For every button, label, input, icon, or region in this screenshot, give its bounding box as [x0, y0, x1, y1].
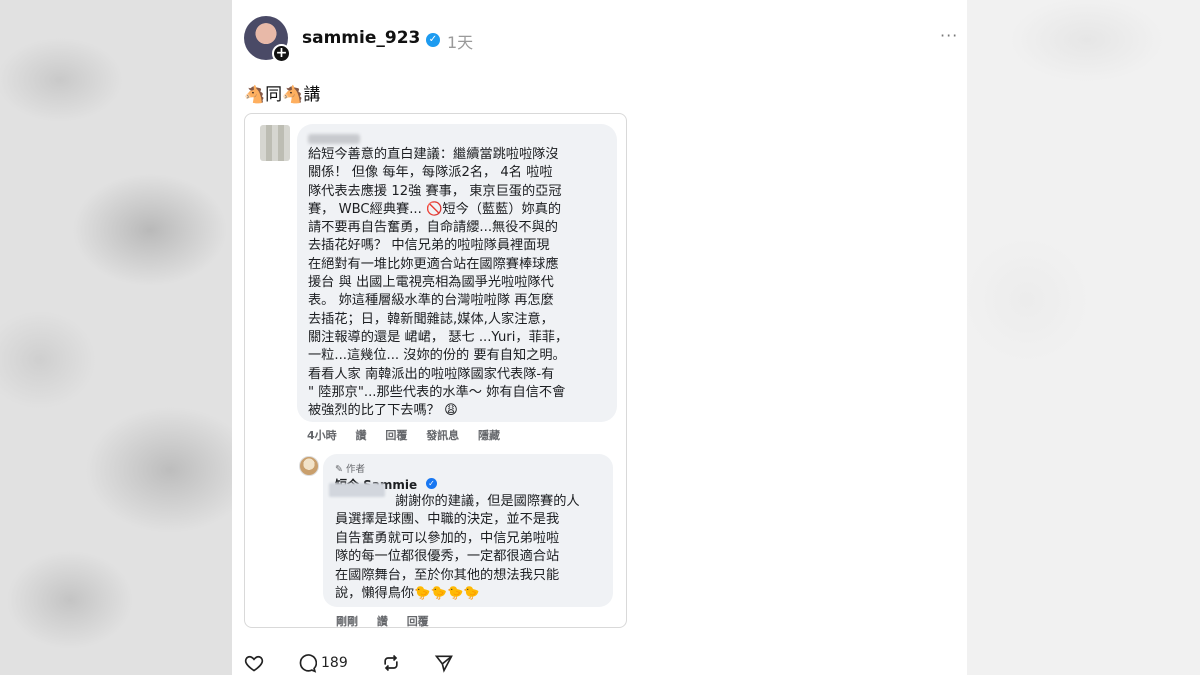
threads-post: + sammie_923 ✓ 1天 ··· 🐴同🐴講 給短今善意的直白建議：繼續…: [232, 0, 967, 675]
commenter-name-blurred: [308, 134, 360, 144]
comment-like: 讚: [355, 429, 367, 442]
comment-button[interactable]: 189: [297, 652, 348, 674]
verified-badge-icon: ✓: [426, 33, 440, 47]
repost-icon: [384, 654, 398, 672]
blurred-background-left: [0, 0, 232, 675]
comment-meta: 4小時 讚 回覆 發訊息 隱藏: [307, 427, 515, 443]
reply-like: 讚: [376, 615, 388, 628]
like-button[interactable]: [244, 652, 264, 674]
comment-time: 4小時: [307, 429, 337, 442]
comment-text: 給短今善意的直白建議：繼續當跳啦啦隊沒 關係！ 但像 每年，每隊派2名， 4名 …: [308, 147, 569, 419]
send-icon: [434, 655, 453, 673]
comment-hide: 隱藏: [478, 429, 501, 442]
reply-time: 剛剛: [336, 615, 358, 628]
commenter-avatar: [260, 125, 290, 161]
author-tag: ✎ 作者: [335, 464, 365, 475]
reply-text: 謝謝你的建議，但是國際賽的人 員選擇是球團、中職的決定，並不是我 自告奮勇就可以…: [335, 494, 580, 602]
post-actions: 189: [244, 652, 544, 674]
comment-reply: 回覆: [385, 429, 408, 442]
more-options-icon[interactable]: ···: [940, 26, 958, 45]
embedded-comment-screenshot[interactable]: 給短今善意的直白建議：繼續當跳啦啦隊沒 關係！ 但像 每年，每隊派2名， 4名 …: [244, 113, 627, 628]
reply-avatar: [299, 456, 319, 476]
post-header: + sammie_923 ✓ 1天 ···: [244, 16, 958, 63]
follow-plus-icon[interactable]: +: [272, 44, 291, 63]
comment-message: 發訊息: [426, 429, 460, 442]
blurred-background-right: [967, 0, 1200, 675]
comment-bubble: 給短今善意的直白建議：繼續當跳啦啦隊沒 關係！ 但像 每年，每隊派2名， 4名 …: [297, 124, 617, 422]
heart-icon: [244, 655, 264, 672]
reply-reply: 回覆: [406, 615, 429, 628]
post-caption: 🐴同🐴講: [244, 85, 321, 105]
reply-bubble: ✎ 作者 短今 Sammie ✓ 謝謝你的建議，但是國際賽的人 員選擇是球團、中…: [323, 454, 613, 607]
reply-verified-icon: ✓: [426, 478, 437, 489]
comment-icon: [299, 654, 317, 673]
reply-meta: 剛剛 讚 回覆: [336, 613, 444, 628]
reply-count: 189: [321, 655, 348, 671]
post-time: 1天: [447, 33, 474, 52]
share-button[interactable]: [434, 652, 454, 674]
repost-button[interactable]: [381, 652, 401, 674]
username[interactable]: sammie_923: [302, 28, 420, 48]
